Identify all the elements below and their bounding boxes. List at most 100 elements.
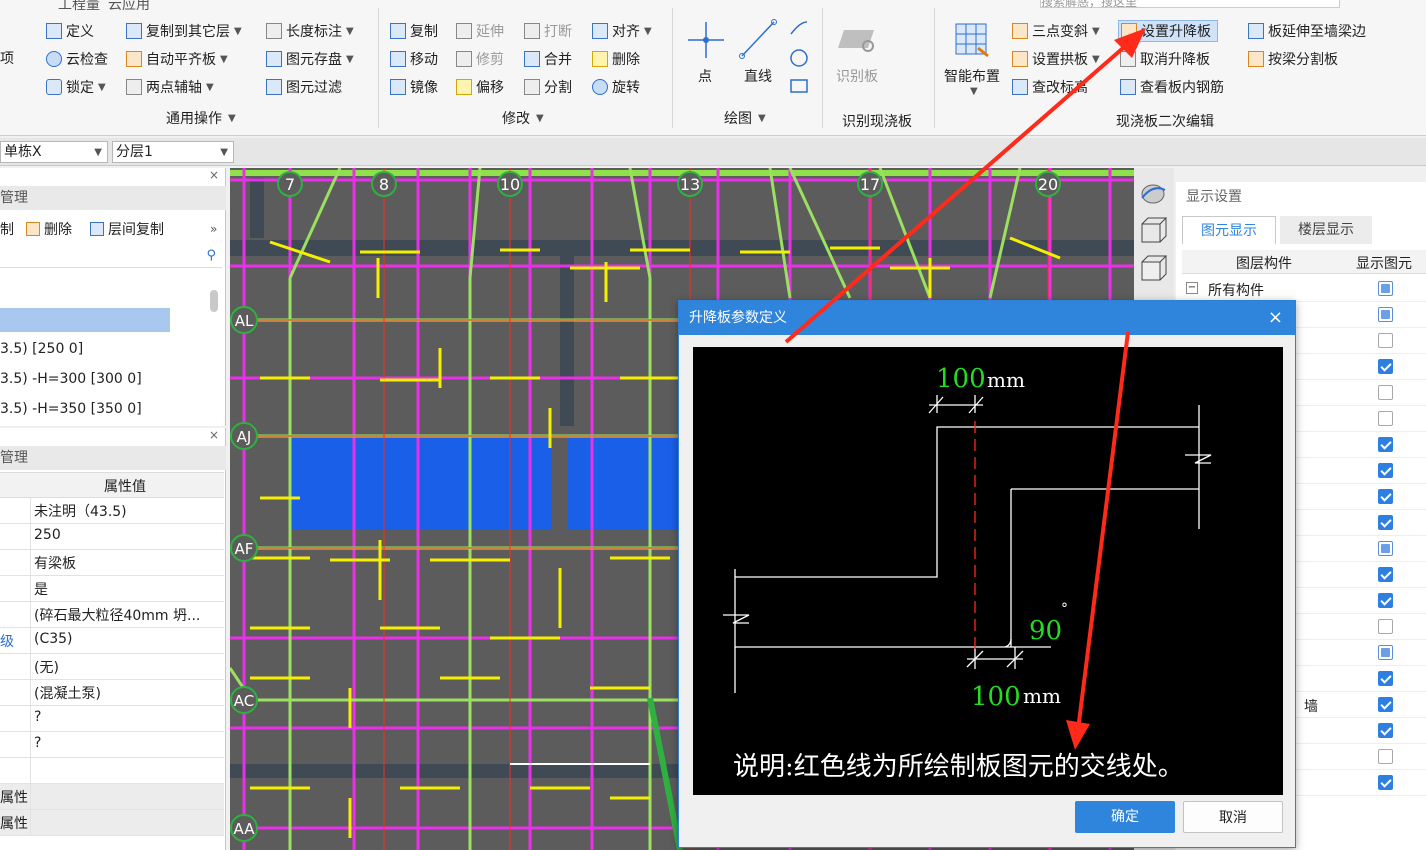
property-value[interactable]: (混凝土泵) — [34, 683, 101, 703]
building-select[interactable]: 单栋X ▼ — [0, 141, 108, 163]
dim-bottom-value[interactable]: 100 — [971, 682, 1021, 712]
copy-button[interactable]: 复制 — [390, 20, 438, 42]
property-row[interactable]: (混凝土泵) — [0, 680, 224, 706]
dim-top-value[interactable]: 100 — [936, 364, 986, 394]
display-checkbox[interactable] — [1378, 697, 1393, 712]
property-value[interactable]: 250 — [34, 527, 61, 543]
display-checkbox[interactable] — [1378, 723, 1393, 738]
scrollbar[interactable] — [210, 290, 218, 312]
list-item[interactable]: 3.5) -H=300 [300 0] — [0, 366, 142, 392]
display-checkbox[interactable] — [1378, 411, 1393, 426]
display-checkbox[interactable] — [1378, 671, 1393, 686]
property-row[interactable]: (碎石最大粒径40mm 坍... — [0, 602, 224, 628]
property-value[interactable]: 有梁板 — [34, 553, 76, 573]
list-item[interactable]: 3.5) -H=350 [350 0] — [0, 396, 142, 422]
point-button[interactable]: 点 — [698, 66, 712, 86]
list-item-selected[interactable] — [0, 308, 170, 332]
tab-element-display[interactable]: 图元显示 — [1182, 216, 1276, 244]
split-button[interactable]: 分割 — [524, 76, 572, 98]
delete-action[interactable]: 删除 — [26, 218, 72, 240]
element-filter-button[interactable]: 图元过滤 — [266, 76, 342, 98]
selected-slab[interactable] — [292, 438, 552, 530]
group-label-modify[interactable]: 修改 ▼ — [502, 108, 544, 128]
property-row[interactable] — [0, 758, 224, 784]
display-checkbox[interactable] — [1378, 281, 1393, 296]
copy-action[interactable]: 制 — [0, 218, 14, 240]
property-row[interactable]: 是 — [0, 576, 224, 602]
lock-button[interactable]: 锁定 ▼ — [46, 76, 106, 98]
view-slab-rebar-button[interactable]: 查看板内钢筋 — [1120, 76, 1224, 98]
ok-button[interactable]: 确定 — [1075, 801, 1175, 833]
align-button[interactable]: 对齐 ▼ — [592, 20, 652, 42]
cancel-raised-lowered-button[interactable]: 取消升降板 — [1120, 48, 1210, 70]
floor-select[interactable]: 分层1 ▼ — [112, 141, 234, 163]
angle-value[interactable]: 90 — [1029, 616, 1062, 646]
close-icon[interactable]: × — [209, 428, 219, 442]
three-point-slope-button[interactable]: 三点变斜 ▼ — [1012, 20, 1100, 42]
close-icon[interactable]: × — [209, 168, 219, 182]
property-value[interactable]: ? — [34, 709, 41, 725]
display-checkbox[interactable] — [1378, 359, 1393, 374]
display-checkbox[interactable] — [1378, 775, 1393, 790]
display-checkbox[interactable] — [1378, 515, 1393, 530]
component-search-input[interactable]: ⚲ — [0, 246, 222, 268]
set-raised-lowered-slab-button[interactable]: 设置升降板 — [1118, 20, 1218, 42]
property-value[interactable]: ? — [34, 735, 41, 751]
break-button[interactable]: 打断 — [524, 20, 572, 42]
display-checkbox[interactable] — [1378, 645, 1393, 660]
property-row[interactable]: ? — [0, 732, 224, 758]
tab-quantity[interactable]: 工程量 — [58, 0, 100, 14]
property-value[interactable]: 是 — [34, 579, 48, 599]
smart-layout-dropdown[interactable]: ▼ — [970, 86, 978, 97]
mirror-button[interactable]: 镜像 — [390, 76, 438, 98]
save-element-button[interactable]: 图元存盘 ▼ — [266, 48, 354, 70]
trim-button[interactable]: 修剪 — [456, 48, 504, 70]
line-button[interactable]: 直线 — [744, 66, 772, 86]
property-row[interactable]: (无) — [0, 654, 224, 680]
smart-layout-button[interactable]: 智能布置 — [944, 66, 1000, 86]
property-row[interactable]: 250 — [0, 524, 224, 550]
draw-tools-icons[interactable] — [788, 18, 810, 94]
display-checkbox[interactable] — [1378, 437, 1393, 452]
auto-flush-slab-button[interactable]: 自动平齐板 ▼ — [126, 48, 228, 70]
tab-floor-display[interactable]: 楼层显示 — [1280, 216, 1372, 244]
define-button[interactable]: 定义 — [46, 20, 94, 42]
merge-button[interactable]: 合并 — [524, 48, 572, 70]
property-row[interactable]: 未注明（43.5) — [0, 498, 224, 524]
length-dim-button[interactable]: 长度标注 ▼ — [266, 20, 354, 42]
cloud-check-button[interactable]: 云检查 — [46, 48, 108, 70]
delete-button[interactable]: 删除 — [592, 48, 640, 70]
display-checkbox[interactable] — [1378, 333, 1393, 348]
group-label-general[interactable]: 通用操作 ▼ — [166, 108, 236, 128]
extend-slab-to-wall-button[interactable]: 板延伸至墙梁边 — [1248, 20, 1366, 42]
move-button[interactable]: 移动 — [390, 48, 438, 70]
property-row[interactable]: 属性 — [0, 810, 224, 836]
display-checkbox[interactable] — [1378, 593, 1393, 608]
property-value[interactable]: (C35) — [34, 631, 73, 647]
split-slab-by-beam-button[interactable]: 按梁分割板 — [1248, 48, 1338, 70]
property-value[interactable]: (碎石最大粒径40mm 坍... — [34, 605, 200, 625]
property-row[interactable]: 级 (C35) — [0, 628, 224, 654]
selected-slab[interactable] — [568, 438, 678, 530]
display-checkbox[interactable] — [1378, 307, 1393, 322]
property-value[interactable]: (无) — [34, 657, 59, 677]
display-checkbox[interactable] — [1378, 541, 1393, 556]
group-label-draw[interactable]: 绘图 ▼ — [724, 108, 766, 128]
display-checkbox[interactable] — [1378, 619, 1393, 634]
display-checkbox[interactable] — [1378, 567, 1393, 582]
display-checkbox[interactable] — [1378, 385, 1393, 400]
property-row[interactable]: 有梁板 — [0, 550, 224, 576]
close-icon[interactable]: × — [1268, 301, 1283, 335]
extend-button[interactable]: 延伸 — [456, 20, 504, 42]
top-view-icon[interactable] — [1138, 254, 1168, 284]
cancel-button[interactable]: 取消 — [1183, 801, 1283, 833]
rotate-button[interactable]: 旋转 — [592, 76, 640, 98]
display-checkbox[interactable] — [1378, 489, 1393, 504]
set-arch-slab-button[interactable]: 设置拱板 ▼ — [1012, 48, 1100, 70]
property-row[interactable]: ? — [0, 706, 224, 732]
3d-view-icon[interactable] — [1138, 216, 1168, 246]
floor-copy-action[interactable]: 层间复制 — [90, 218, 164, 240]
identify-slab-button[interactable]: 识别板 — [836, 66, 878, 86]
tab-cloud[interactable]: 云应用 — [108, 0, 150, 14]
offset-button[interactable]: 偏移 — [456, 76, 504, 98]
